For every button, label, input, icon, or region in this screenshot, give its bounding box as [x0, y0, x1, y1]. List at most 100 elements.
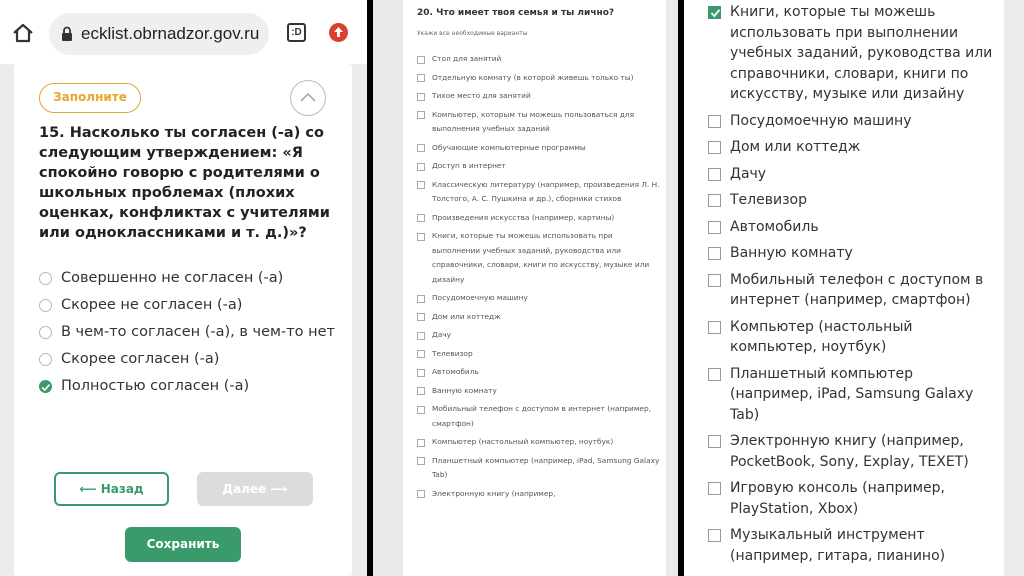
checkbox-item[interactable]: Дачу — [708, 164, 993, 185]
checkbox-item[interactable]: Книги, которые ты можешь использовать пр… — [708, 2, 993, 105]
checkbox[interactable] — [417, 457, 425, 465]
checkbox-item[interactable]: Планшетный компьютер (например, iPad, Sa… — [417, 454, 662, 483]
checkbox-item[interactable]: Мобильный телефон с доступом в интернет … — [708, 270, 993, 311]
next-button[interactable]: Далее ⟶ — [197, 472, 313, 506]
checkbox-label: Доступ в интернет — [432, 161, 506, 170]
checkbox-label: Дачу — [432, 330, 452, 339]
checkbox-item[interactable]: Доступ в интернет — [417, 159, 662, 174]
answer-option[interactable]: В чем-то согласен (-а), в чем-то нет — [39, 322, 344, 343]
checkbox-item[interactable]: Автомобиль — [417, 365, 662, 380]
checkbox-item[interactable]: Ванную комнату — [708, 243, 993, 264]
checkbox-label: Дом или коттедж — [730, 139, 861, 155]
checkbox-item[interactable]: Электронную книгу (например, — [417, 487, 662, 502]
zoomed-form-panel: Книги, которые ты можешь использовать пр… — [684, 0, 1024, 576]
checkbox[interactable] — [417, 144, 425, 152]
checkbox-item[interactable]: Отдельную комнату (в которой живешь толь… — [417, 71, 662, 86]
checkbox-item[interactable]: Посудомоечную машину — [708, 111, 993, 132]
checkbox[interactable] — [417, 438, 425, 447]
checkbox-label: Классическую литературу (например, произ… — [432, 179, 660, 204]
radio-button[interactable] — [39, 380, 52, 393]
checkbox-item[interactable]: Дом или коттедж — [708, 137, 993, 158]
answer-option[interactable]: Полностью согласен (-а) — [39, 376, 344, 397]
checkbox[interactable] — [708, 435, 721, 448]
checkbox-item[interactable]: Музыкальный инструмент (например, гитара… — [708, 525, 993, 566]
checkbox-item[interactable]: Игровую консоль (например, PlayStation, … — [708, 478, 993, 519]
checkbox[interactable] — [708, 273, 721, 287]
checkbox[interactable] — [708, 482, 721, 495]
checkbox-item[interactable]: Дачу — [417, 328, 662, 343]
answer-option[interactable]: Скорее согласен (-а) — [39, 349, 344, 370]
checkbox[interactable] — [417, 181, 425, 189]
checkbox-item[interactable]: Телевизор — [417, 347, 662, 362]
checkbox[interactable] — [708, 320, 721, 334]
checkbox-item[interactable]: Тихое место для занятий — [417, 89, 662, 104]
checkbox-item[interactable]: Компьютер (настольный компьютер, ноутбук… — [708, 317, 993, 358]
checkbox-label: Произведения искусства (например, картин… — [432, 212, 615, 222]
checkbox[interactable] — [417, 368, 425, 377]
checkbox[interactable] — [417, 405, 425, 414]
checkbox[interactable] — [417, 387, 425, 395]
address-bar[interactable]: ecklist.obrnadzor.gov.ru — [49, 13, 269, 55]
checkbox-label: Книги, которые ты можешь использовать пр… — [432, 231, 650, 284]
tab-switcher-icon[interactable]: :D — [287, 23, 306, 42]
mobile-browser-panel: ecklist.obrnadzor.gov.ru :D Заполните 15… — [0, 0, 367, 576]
checkbox-label: Дом или коттедж — [432, 311, 501, 321]
checkbox-item[interactable]: Обучающие компьютерные программы — [417, 141, 662, 156]
save-button[interactable]: Сохранить — [125, 527, 241, 562]
checkbox-item[interactable]: Компьютер (настольный компьютер, ноутбук… — [417, 435, 662, 450]
checkbox[interactable] — [708, 220, 721, 234]
checkbox[interactable] — [417, 162, 425, 171]
checkbox[interactable] — [417, 294, 425, 303]
checkbox-item[interactable]: Мобильный телефон с доступом в интернет … — [417, 402, 662, 431]
checkbox[interactable] — [708, 367, 721, 381]
checkbox[interactable] — [417, 74, 425, 82]
checkbox-label: Ванную комнату — [730, 245, 853, 261]
checkbox-item[interactable]: Электронную книгу (например, PocketBook,… — [708, 431, 993, 472]
checkbox-item[interactable]: Ванную комнату — [417, 384, 662, 399]
radio-button[interactable] — [39, 353, 52, 366]
checkbox[interactable] — [417, 313, 425, 321]
checkbox-item[interactable]: Дом или коттедж — [417, 310, 662, 325]
checkbox[interactable] — [417, 214, 425, 222]
checkbox[interactable] — [417, 490, 425, 498]
option-label: Полностью согласен (-а) — [61, 378, 250, 394]
checkbox[interactable] — [708, 114, 721, 128]
checkbox[interactable] — [417, 55, 425, 64]
upload-icon[interactable] — [329, 23, 348, 42]
checkbox-label: Игровую консоль (например, PlayStation, … — [730, 480, 945, 517]
checkbox[interactable] — [708, 6, 721, 19]
checkbox-label: Электронную книгу (например, — [432, 488, 556, 498]
checkbox[interactable] — [708, 247, 721, 260]
checkbox[interactable] — [417, 331, 425, 340]
checkbox[interactable] — [417, 111, 425, 119]
checkbox[interactable] — [708, 141, 721, 154]
collapse-button[interactable] — [290, 80, 326, 116]
home-icon[interactable] — [12, 23, 34, 43]
checkbox-item[interactable]: Книги, которые ты можешь использовать пр… — [417, 229, 662, 287]
checkbox[interactable] — [417, 232, 425, 241]
checkbox[interactable] — [708, 194, 721, 207]
checkbox-label: Автомобиль — [730, 218, 819, 235]
checkbox-item[interactable]: Классическую литературу (например, произ… — [417, 178, 662, 207]
checkbox[interactable] — [417, 350, 425, 358]
back-button[interactable]: ⟵ Назад — [54, 472, 169, 506]
desktop-form-panel: 20. Что имеет твоя семья и ты лично? Ука… — [373, 0, 678, 576]
radio-button[interactable] — [39, 299, 52, 312]
checkbox-item[interactable]: Посудомоечную машину — [417, 291, 662, 306]
checkbox-item[interactable]: Компьютер, которым ты можешь пользоватьс… — [417, 108, 662, 137]
checkbox[interactable] — [417, 92, 425, 101]
radio-button[interactable] — [39, 272, 52, 285]
checkbox-item[interactable]: Планшетный компьютер (например, iPad, Sa… — [708, 364, 993, 426]
checkbox-label: Музыкальный инструмент (например, гитара… — [730, 527, 946, 564]
checkbox-item[interactable]: Стол для занятий — [417, 52, 662, 67]
checkbox[interactable] — [708, 167, 721, 181]
checkbox[interactable] — [708, 529, 721, 542]
checkbox-item[interactable]: Произведения искусства (например, картин… — [417, 211, 662, 226]
answer-option[interactable]: Совершенно не согласен (-а) — [39, 268, 344, 289]
radio-button[interactable] — [39, 326, 52, 339]
checkbox-list: Книги, которые ты можешь использовать пр… — [708, 2, 993, 572]
answer-option[interactable]: Скорее не согласен (-а) — [39, 295, 344, 316]
checkbox-item[interactable]: Автомобиль — [708, 217, 993, 238]
checkbox-item[interactable]: Телевизор — [708, 190, 993, 211]
checkbox-label: Ванную комнату — [432, 385, 497, 395]
